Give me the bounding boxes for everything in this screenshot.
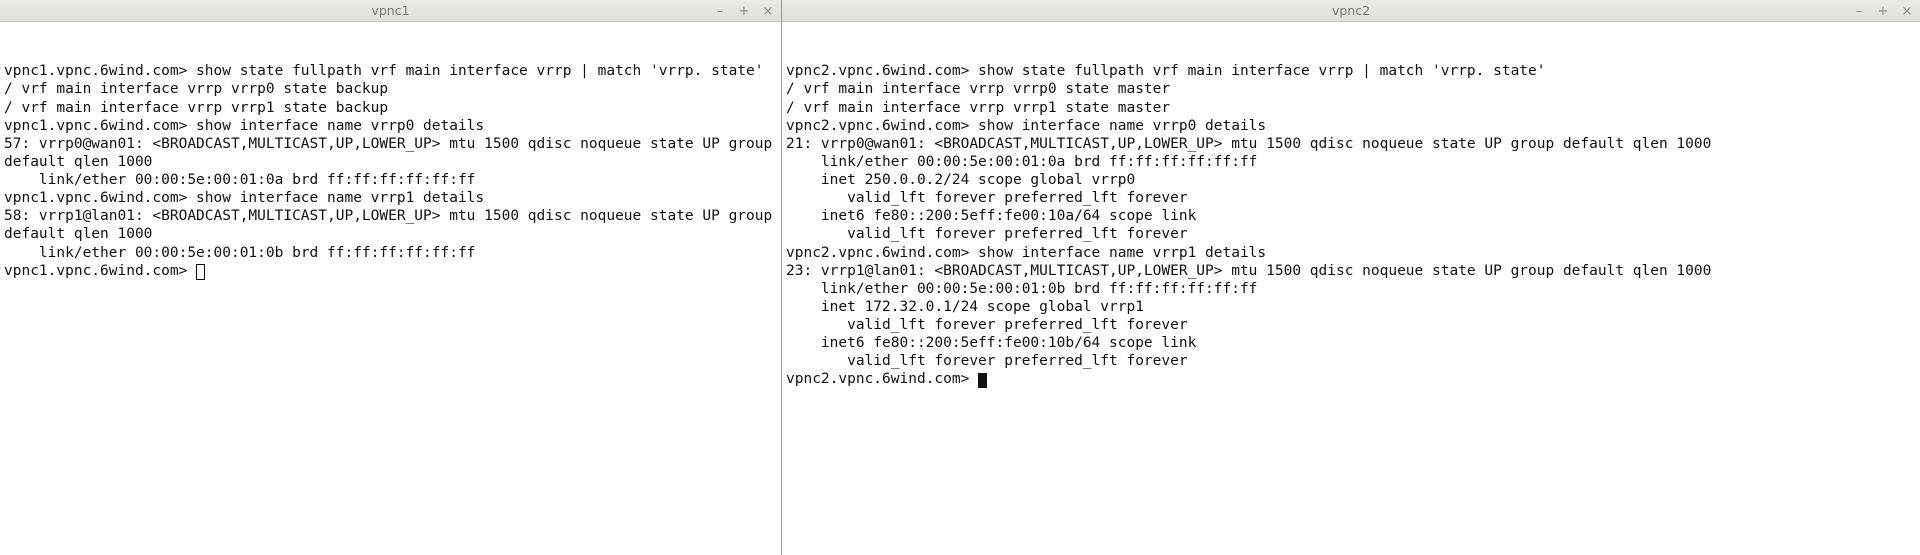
terminal-line: valid_lft forever preferred_lft forever	[786, 353, 1188, 369]
terminal-output: vpnc1.vpnc.6wind.com> show state fullpat…	[4, 62, 777, 280]
titlebar-vpnc1[interactable]: vpnc1 – + ×	[0, 0, 781, 22]
terminal-line: link/ether 00:00:5e:00:01:0a brd ff:ff:f…	[786, 154, 1257, 170]
terminal-line: / vrf main interface vrrp vrrp1 state ma…	[786, 100, 1170, 116]
maximize-icon[interactable]: +	[737, 5, 751, 18]
terminal-line: valid_lft forever preferred_lft forever	[786, 226, 1188, 242]
terminal-line: vpnc1.vpnc.6wind.com> show state fullpat…	[4, 63, 764, 79]
terminal-line: 21: vrrp0@wan01: <BROADCAST,MULTICAST,UP…	[786, 136, 1711, 152]
titlebar-vpnc2[interactable]: vpnc2 – + ×	[782, 0, 1920, 22]
minimize-icon[interactable]: –	[1852, 5, 1866, 18]
cursor-icon	[978, 373, 987, 388]
terminal-line: / vrf main interface vrrp vrrp0 state ma…	[786, 81, 1170, 97]
terminal-line: link/ether 00:00:5e:00:01:0a brd ff:ff:f…	[4, 172, 475, 188]
terminal-line: vpnc1.vpnc.6wind.com> show interface nam…	[4, 118, 484, 134]
terminal-line: vpnc2.vpnc.6wind.com> show interface nam…	[786, 245, 1266, 261]
terminal-line: / vrf main interface vrrp vrrp1 state ba…	[4, 100, 388, 116]
terminal-vpnc2[interactable]: vpnc2.vpnc.6wind.com> show state fullpat…	[782, 22, 1920, 555]
window-title: vpnc2	[1332, 3, 1370, 19]
terminal-line: vpnc1.vpnc.6wind.com> show interface nam…	[4, 190, 484, 206]
terminal-line: / vrf main interface vrrp vrrp0 state ba…	[4, 81, 388, 97]
terminal-line: vpnc2.vpnc.6wind.com> show interface nam…	[786, 118, 1266, 134]
terminal-output: vpnc2.vpnc.6wind.com> show state fullpat…	[786, 62, 1916, 388]
window-buttons: – + ×	[1852, 0, 1914, 22]
terminal-line: 57: vrrp0@wan01: <BROADCAST,MULTICAST,UP…	[4, 136, 781, 170]
terminal-line: valid_lft forever preferred_lft forever	[786, 190, 1188, 206]
terminal-line: inet6 fe80::200:5eff:fe00:10a/64 scope l…	[786, 208, 1196, 224]
terminal-pane-vpnc2: vpnc2 – + × vpnc2.vpnc.6wind.com> show s…	[782, 0, 1920, 555]
terminal-line: link/ether 00:00:5e:00:01:0b brd ff:ff:f…	[4, 245, 475, 261]
window-buttons: – + ×	[713, 0, 775, 22]
terminal-vpnc1[interactable]: vpnc1.vpnc.6wind.com> show state fullpat…	[0, 22, 781, 555]
terminal-line: inet 250.0.0.2/24 scope global vrrp0	[786, 172, 1135, 188]
cursor-icon	[196, 264, 205, 279]
close-icon[interactable]: ×	[1900, 5, 1914, 18]
terminal-line: inet6 fe80::200:5eff:fe00:10b/64 scope l…	[786, 335, 1196, 351]
terminal-line: 58: vrrp1@lan01: <BROADCAST,MULTICAST,UP…	[4, 208, 781, 242]
terminal-line: vpnc2.vpnc.6wind.com> show state fullpat…	[786, 63, 1546, 79]
terminal-line: 23: vrrp1@lan01: <BROADCAST,MULTICAST,UP…	[786, 263, 1711, 279]
terminal-prompt: vpnc1.vpnc.6wind.com>	[4, 263, 196, 279]
terminal-line: link/ether 00:00:5e:00:01:0b brd ff:ff:f…	[786, 281, 1257, 297]
terminal-line: valid_lft forever preferred_lft forever	[786, 317, 1188, 333]
terminal-prompt: vpnc2.vpnc.6wind.com>	[786, 371, 978, 387]
minimize-icon[interactable]: –	[713, 5, 727, 18]
maximize-icon[interactable]: +	[1876, 5, 1890, 18]
terminal-pane-vpnc1: vpnc1 – + × vpnc1.vpnc.6wind.com> show s…	[0, 0, 782, 555]
terminal-line: inet 172.32.0.1/24 scope global vrrp1	[786, 299, 1144, 315]
close-icon[interactable]: ×	[761, 5, 775, 18]
window-title: vpnc1	[371, 3, 409, 19]
